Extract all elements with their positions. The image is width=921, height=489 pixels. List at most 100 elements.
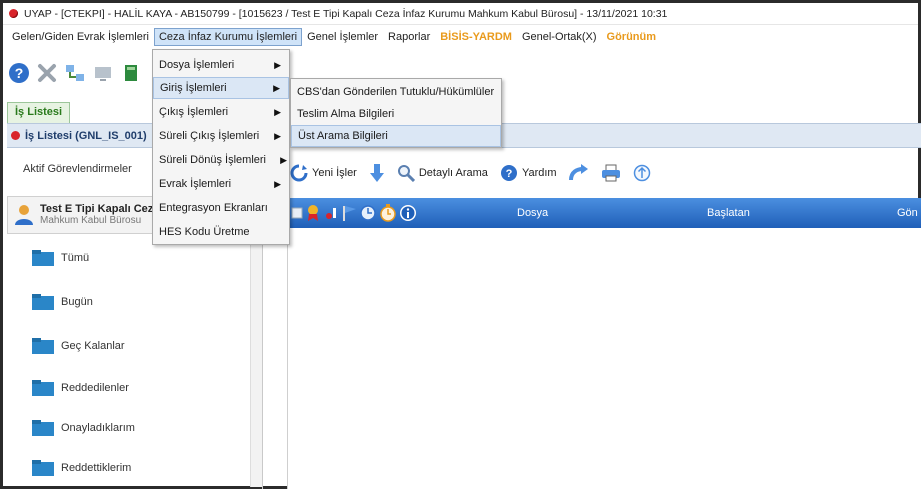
folder-reddedilenler[interactable]: Reddedilenler: [31, 375, 129, 401]
title-bar: UYAP - [CTEKPI] - HALİL KAYA - AB150799 …: [3, 3, 918, 25]
checkbox-icon[interactable]: [291, 205, 303, 221]
submenu-item-ust-arama[interactable]: Üst Arama Bilgileri: [291, 125, 501, 147]
stopwatch-icon[interactable]: [379, 204, 397, 222]
panel-title: İş Listesi (GNL_IS_001): [25, 129, 147, 142]
dropdown-item-evrak-islemleri[interactable]: Evrak İşlemleri ▶: [153, 173, 289, 195]
dropdown-item-label: Süreli Çıkış İşlemleri: [159, 130, 260, 142]
folder-label: Onayladıklarım: [61, 422, 135, 434]
aktif-gorevlendirmeler-label[interactable]: Aktif Görevlendirmeler: [23, 163, 132, 175]
folder-onayladiklarim[interactable]: Onayladıklarım: [31, 415, 135, 441]
column-header-dosya[interactable]: Dosya: [517, 207, 548, 219]
submenu-arrow-icon: ▶: [273, 82, 280, 93]
submenu-arrow-icon: ▶: [274, 106, 281, 117]
submenu-arrow-icon: ▶: [274, 130, 281, 141]
column-header-gon[interactable]: Gön: [897, 207, 918, 219]
detayli-arama-button[interactable]: Detaylı Arama: [393, 162, 492, 184]
folder-bugun[interactable]: Bugün: [31, 289, 93, 315]
folder-tumu[interactable]: Tümü: [31, 245, 89, 271]
dropdown-item-label: Dosya İşlemleri: [159, 59, 235, 71]
dropdown-item-entegrasyon[interactable]: Entegrasyon Ekranları: [153, 197, 289, 219]
folder-label: Bugün: [61, 296, 93, 308]
folder-reddettiklerim[interactable]: Reddettiklerim: [31, 455, 131, 481]
ceza-infaz-dropdown: Dosya İşlemleri ▶ Giriş İşlemleri ▶ Çıkı…: [152, 49, 290, 245]
arrow-down-icon: [369, 164, 384, 182]
submenu-item-teslim-alma[interactable]: Teslim Alma Bilgileri: [291, 103, 501, 125]
dropdown-item-label: HES Kodu Üretme: [159, 226, 250, 238]
flag-icon[interactable]: [341, 204, 357, 222]
unit-subtitle: Mahkum Kabul Bürosu: [40, 215, 142, 226]
redo-arrow-icon: [568, 164, 588, 181]
left-scrollbar[interactable]: [250, 239, 262, 487]
folder-label: Reddedilenler: [61, 382, 129, 394]
grid-header-icons: [287, 204, 437, 222]
folder-icon: [32, 380, 54, 396]
folder-icon: [32, 294, 54, 310]
dropdown-item-sureli-donus[interactable]: Süreli Dönüş İşlemleri ▶: [153, 149, 289, 171]
close-icon[interactable]: [35, 61, 59, 85]
folder-label: Tümü: [61, 252, 90, 264]
yardim-button[interactable]: ? Yardım: [496, 162, 561, 184]
folder-icon: [32, 338, 54, 354]
search-icon: [397, 165, 415, 182]
refresh-icon: [290, 164, 308, 182]
svg-text:?: ?: [506, 168, 513, 180]
giris-islemleri-submenu: CBS'dan Gönderilen Tutuklu/Hükümlüler Te…: [290, 78, 502, 148]
dropdown-item-dosya-islemleri[interactable]: Dosya İşlemleri ▶: [153, 54, 289, 76]
folder-label: Geç Kalanlar: [61, 340, 125, 352]
book-icon[interactable]: [119, 61, 143, 85]
monitor-icon[interactable]: [91, 61, 115, 85]
submenu-arrow-icon: ▶: [274, 59, 281, 70]
print-button[interactable]: [597, 162, 625, 184]
svg-text:?: ?: [15, 65, 24, 81]
menu-genel-ortak[interactable]: Genel-Ortak(X): [517, 28, 602, 46]
menu-genel-islemler[interactable]: Genel İşlemler: [302, 28, 383, 46]
unit-title: Test E Tipi Kapalı Ceza İ: [40, 203, 166, 215]
folder-label: Reddettiklerim: [61, 462, 132, 474]
yardim-label: Yardım: [521, 167, 557, 179]
dropdown-item-sureli-cikis[interactable]: Süreli Çıkış İşlemleri ▶: [153, 125, 289, 147]
submenu-arrow-icon: ▶: [274, 178, 281, 189]
tab-is-listesi[interactable]: İş Listesi: [7, 102, 71, 123]
clock-icon[interactable]: [359, 204, 377, 222]
submenu-arrow-icon: ▶: [280, 154, 287, 165]
menu-bar: Gelen/Giden Evrak İşlemleri Ceza İnfaz K…: [3, 25, 918, 49]
dropdown-item-label: Çıkış İşlemleri: [159, 106, 229, 118]
app-window: UYAP - [CTEKPI] - HALİL KAYA - AB150799 …: [0, 0, 921, 489]
menu-bisis-yardm[interactable]: BİSİS-YARDM: [435, 28, 517, 46]
download-button[interactable]: [365, 161, 389, 185]
info-button[interactable]: [629, 162, 655, 184]
dropdown-item-hes-kodu[interactable]: HES Kodu Üretme: [153, 221, 289, 243]
info-icon[interactable]: [399, 204, 417, 222]
dropdown-item-label: Süreli Dönüş İşlemleri: [159, 154, 266, 166]
menu-gelen-giden-evrak[interactable]: Gelen/Giden Evrak İşlemleri: [7, 28, 154, 46]
dropdown-item-label: Evrak İşlemleri: [159, 178, 232, 190]
grid-body: [287, 228, 921, 489]
folder-icon: [32, 420, 54, 436]
folder-icon: [32, 460, 54, 476]
network-icon[interactable]: [63, 61, 87, 85]
help-icon[interactable]: ?: [7, 61, 31, 85]
menu-raporlar[interactable]: Raporlar: [383, 28, 435, 46]
dropdown-item-label: Entegrasyon Ekranları: [159, 202, 268, 214]
main-toolbar: ?: [7, 57, 143, 89]
award-icon[interactable]: [305, 204, 321, 222]
yeni-isler-button[interactable]: Yeni İşler: [286, 162, 361, 184]
user-icon: [15, 205, 33, 225]
detayli-arama-label: Detaylı Arama: [418, 167, 488, 179]
up-circle-icon: [633, 164, 650, 182]
menu-ceza-infaz-kurumu[interactable]: Ceza İnfaz Kurumu İşlemleri: [153, 28, 303, 46]
column-header-baslatan[interactable]: Başlatan: [707, 207, 750, 219]
dropdown-item-cikis-islemleri[interactable]: Çıkış İşlemleri ▶: [153, 101, 289, 123]
submenu-item-cbs[interactable]: CBS'dan Gönderilen Tutuklu/Hükümlüler: [291, 81, 501, 103]
printer-icon: [601, 164, 620, 182]
grid-header: Dosya Başlatan Gön: [287, 198, 921, 228]
forward-button[interactable]: [565, 162, 593, 184]
list-toolbar: Yeni İşler Detaylı Arama ? Yardım: [286, 159, 655, 187]
menu-gorunum[interactable]: Görünüm: [602, 28, 662, 46]
priority-icon[interactable]: [323, 204, 339, 222]
folder-gec-kalanlar[interactable]: Geç Kalanlar: [31, 333, 125, 359]
window-title: UYAP - [CTEKPI] - HALİL KAYA - AB150799 …: [24, 7, 668, 20]
yeni-isler-label: Yeni İşler: [312, 167, 357, 179]
dropdown-item-giris-islemleri[interactable]: Giriş İşlemleri ▶: [153, 77, 289, 99]
folder-icon: [32, 250, 54, 266]
